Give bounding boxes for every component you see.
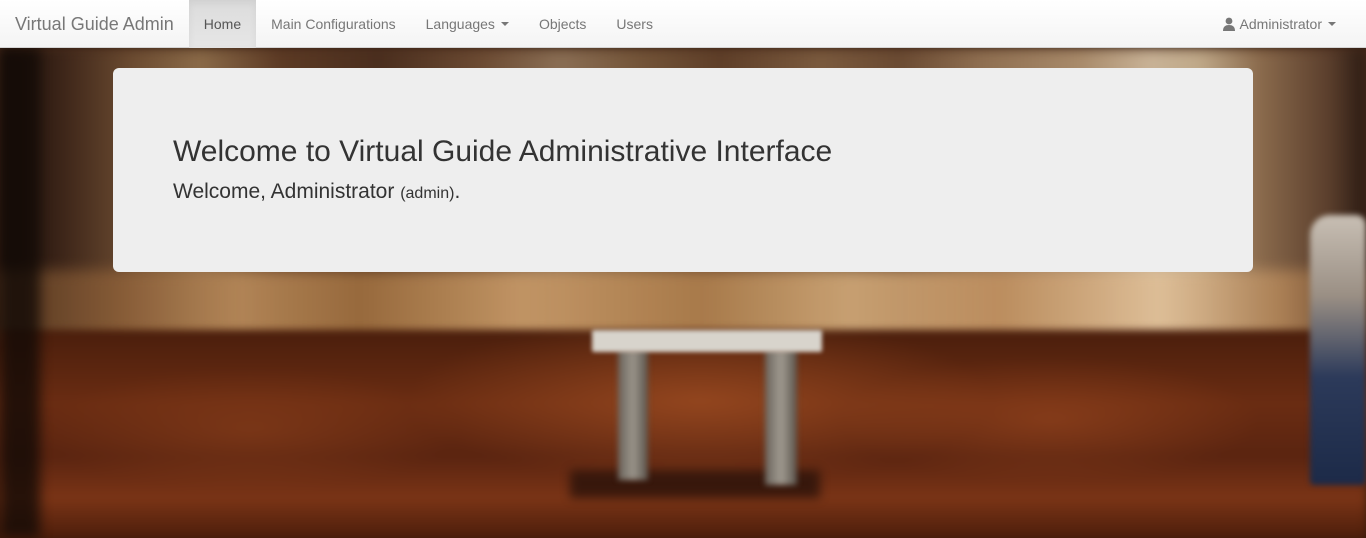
- background-table-leg: [765, 350, 797, 485]
- nav-item-languages-dropdown[interactable]: Languages: [411, 0, 524, 48]
- welcome-message: Welcome, Administrator (admin).: [173, 178, 1193, 208]
- welcome-text: Welcome, Administrator: [173, 180, 395, 203]
- welcome-panel: Welcome to Virtual Guide Administrative …: [113, 68, 1253, 272]
- user-menu-dropdown[interactable]: Administrator: [1207, 0, 1351, 48]
- navbar-brand[interactable]: Virtual Guide Admin: [0, 0, 189, 48]
- nav-item-label: Main Configurations: [271, 16, 396, 32]
- welcome-suffix: .: [454, 180, 461, 203]
- user-nav: Administrator: [1207, 0, 1351, 47]
- main-nav: Home Main Configurations Languages Objec…: [188, 0, 668, 48]
- background-person: [1310, 215, 1366, 485]
- background-table-leg: [618, 350, 648, 480]
- background-shadow: [0, 48, 40, 538]
- page-title: Welcome to Virtual Guide Administrative …: [173, 135, 833, 168]
- caret-down-icon: [500, 22, 509, 26]
- nav-item-main-configurations[interactable]: Main Configurations: [256, 0, 411, 48]
- nav-item-label: Users: [616, 16, 653, 32]
- background-floor: [0, 330, 1366, 538]
- user-icon: [1222, 17, 1236, 31]
- nav-item-label: Languages: [425, 16, 495, 32]
- nav-item-label: Home: [203, 16, 242, 32]
- background-table-top: [592, 330, 822, 352]
- nav-item-objects[interactable]: Objects: [524, 0, 601, 48]
- caret-down-icon: [1328, 22, 1336, 26]
- user-menu-label: Administrator: [1239, 16, 1322, 32]
- top-navbar: Virtual Guide Admin Home Main Configurat…: [0, 0, 1366, 48]
- nav-item-users[interactable]: Users: [601, 0, 668, 48]
- nav-item-home[interactable]: Home: [188, 0, 257, 48]
- username-text: (admin): [400, 185, 455, 202]
- nav-item-label: Objects: [538, 16, 587, 32]
